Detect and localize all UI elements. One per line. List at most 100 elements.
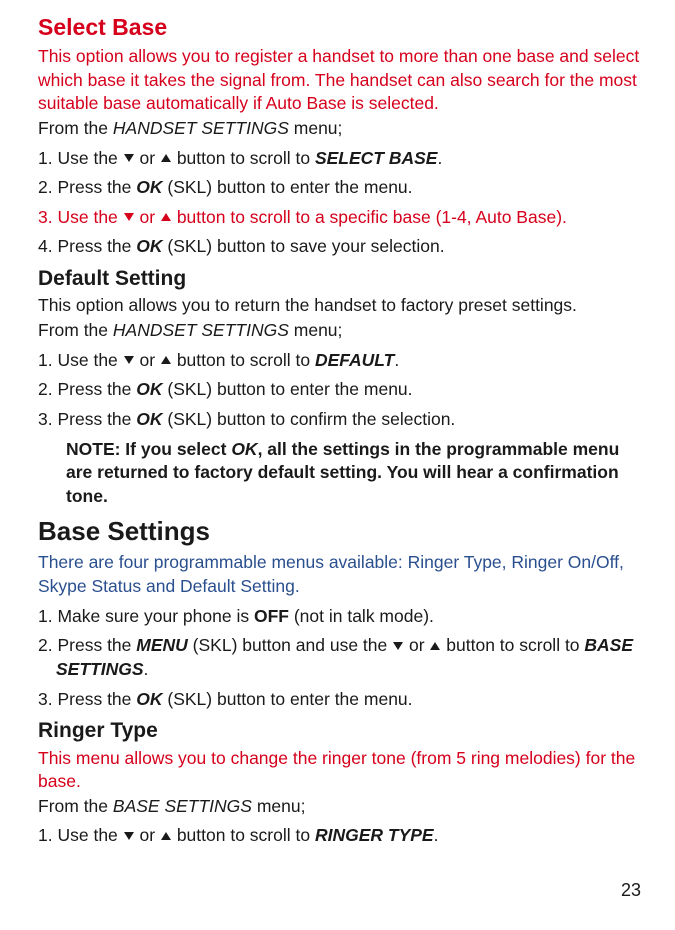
text: or bbox=[135, 148, 160, 168]
text: Use the bbox=[53, 825, 123, 845]
text: NOTE: If you select bbox=[66, 439, 231, 459]
select-base-heading: Select Base bbox=[38, 12, 645, 43]
step-num: 1. bbox=[38, 148, 53, 168]
button-label: OK bbox=[231, 439, 257, 459]
step: 4. Press the OK (SKL) button to save you… bbox=[38, 235, 645, 259]
default-setting-note: NOTE: If you select OK, all the settings… bbox=[38, 438, 645, 509]
text: (SKL) button to enter the menu. bbox=[163, 689, 413, 709]
up-arrow-icon bbox=[161, 832, 171, 840]
ringer-type-desc: This menu allows you to change the ringe… bbox=[38, 747, 645, 794]
step-num: 3. bbox=[38, 207, 53, 227]
button-label: OK bbox=[136, 236, 162, 256]
step: 1. Use the or button to scroll to SELECT… bbox=[38, 147, 645, 171]
text: (SKL) button to enter the menu. bbox=[163, 379, 413, 399]
default-setting-from: From the HANDSET SETTINGS menu; bbox=[38, 319, 645, 343]
state-label: OFF bbox=[254, 606, 289, 626]
step-num: 3. bbox=[38, 409, 53, 429]
ringer-type-heading: Ringer Type bbox=[38, 717, 645, 745]
text: Press the bbox=[53, 409, 137, 429]
step: 3. Press the OK (SKL) button to confirm … bbox=[38, 408, 645, 432]
text: . bbox=[144, 659, 149, 679]
default-setting-steps: 1. Use the or button to scroll to DEFAUL… bbox=[38, 349, 645, 432]
text: (SKL) button and use the bbox=[188, 635, 392, 655]
button-label: OK bbox=[136, 409, 162, 429]
target: DEFAULT bbox=[315, 350, 394, 370]
text: (SKL) button to enter the menu. bbox=[163, 177, 413, 197]
text: Press the bbox=[53, 635, 137, 655]
text: . bbox=[434, 825, 439, 845]
down-arrow-icon bbox=[124, 356, 134, 364]
target: RINGER TYPE bbox=[315, 825, 434, 845]
text: (SKL) button to save your selection. bbox=[163, 236, 445, 256]
step-num: 1. bbox=[38, 350, 53, 370]
down-arrow-icon bbox=[124, 154, 134, 162]
text: or bbox=[135, 825, 160, 845]
step: 1. Use the or button to scroll to DEFAUL… bbox=[38, 349, 645, 373]
text: Press the bbox=[53, 177, 137, 197]
text: . bbox=[437, 148, 442, 168]
step-num: 4. bbox=[38, 236, 53, 256]
text: Use the bbox=[53, 350, 123, 370]
text: Use the bbox=[53, 148, 123, 168]
step-num: 2. bbox=[38, 177, 53, 197]
button-label: OK bbox=[136, 689, 162, 709]
text: button to scroll to bbox=[172, 350, 315, 370]
text: (SKL) button to confirm the selection. bbox=[163, 409, 456, 429]
down-arrow-icon bbox=[393, 642, 403, 650]
up-arrow-icon bbox=[161, 213, 171, 221]
select-base-from: From the HANDSET SETTINGS menu; bbox=[38, 117, 645, 141]
text: menu; bbox=[289, 118, 343, 138]
text: From the bbox=[38, 320, 113, 340]
text: From the bbox=[38, 796, 113, 816]
step: 1. Use the or button to scroll to RINGER… bbox=[38, 824, 645, 848]
text: Make sure your phone is bbox=[53, 606, 254, 626]
button-label: MENU bbox=[136, 635, 188, 655]
default-setting-heading: Default Setting bbox=[38, 265, 645, 293]
step-num: 2. bbox=[38, 379, 53, 399]
text: button to scroll to a specific base (1-4… bbox=[172, 207, 567, 227]
down-arrow-icon bbox=[124, 213, 134, 221]
text: Use the bbox=[53, 207, 123, 227]
step-num: 1. bbox=[38, 606, 53, 626]
target: SELECT BASE bbox=[315, 148, 438, 168]
step: 3. Use the or button to scroll to a spec… bbox=[38, 206, 645, 230]
up-arrow-icon bbox=[161, 356, 171, 364]
step: 2. Press the OK (SKL) button to enter th… bbox=[38, 176, 645, 200]
text: Press the bbox=[53, 689, 137, 709]
button-label: OK bbox=[136, 379, 162, 399]
ringer-type-from: From the BASE SETTINGS menu; bbox=[38, 795, 645, 819]
select-base-steps: 1. Use the or button to scroll to SELECT… bbox=[38, 147, 645, 260]
step-num: 1. bbox=[38, 825, 53, 845]
step: 2. Press the OK (SKL) button to enter th… bbox=[38, 378, 645, 402]
text: From the bbox=[38, 118, 113, 138]
text: Press the bbox=[53, 379, 137, 399]
text: button to scroll to bbox=[172, 148, 315, 168]
step: 3. Press the OK (SKL) button to enter th… bbox=[38, 688, 645, 712]
step-num: 3. bbox=[38, 689, 53, 709]
text: Press the bbox=[53, 236, 137, 256]
select-base-desc: This option allows you to register a han… bbox=[38, 45, 645, 116]
menu-name: HANDSET SETTINGS bbox=[113, 118, 289, 138]
text: menu; bbox=[289, 320, 343, 340]
text: . bbox=[394, 350, 399, 370]
base-settings-heading: Base Settings bbox=[38, 514, 645, 549]
button-label: OK bbox=[136, 177, 162, 197]
base-settings-desc: There are four programmable menus availa… bbox=[38, 551, 645, 598]
step-num: 2. bbox=[38, 635, 53, 655]
step: 2. Press the MENU (SKL) button and use t… bbox=[38, 634, 645, 681]
text: (not in talk mode). bbox=[289, 606, 434, 626]
base-settings-steps: 1. Make sure your phone is OFF (not in t… bbox=[38, 605, 645, 712]
up-arrow-icon bbox=[161, 154, 171, 162]
text: button to scroll to bbox=[172, 825, 315, 845]
ringer-type-steps: 1. Use the or button to scroll to RINGER… bbox=[38, 824, 645, 848]
menu-name: HANDSET SETTINGS bbox=[113, 320, 289, 340]
text: or bbox=[135, 207, 160, 227]
up-arrow-icon bbox=[430, 642, 440, 650]
text: menu; bbox=[252, 796, 306, 816]
default-setting-desc: This option allows you to return the han… bbox=[38, 294, 645, 318]
text: or bbox=[404, 635, 429, 655]
page-number: 23 bbox=[621, 878, 641, 902]
step: 1. Make sure your phone is OFF (not in t… bbox=[38, 605, 645, 629]
text: button to scroll to bbox=[441, 635, 584, 655]
down-arrow-icon bbox=[124, 832, 134, 840]
